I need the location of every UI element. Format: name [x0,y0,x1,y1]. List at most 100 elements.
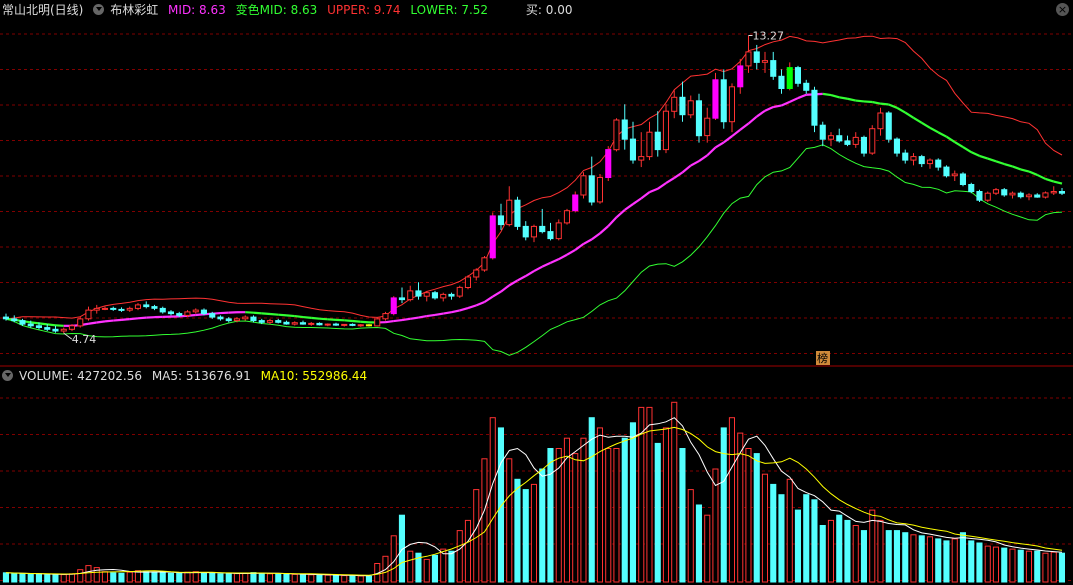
dropdown-icon[interactable] [2,370,13,381]
mid-line-segment [987,157,997,163]
mid-line-segment [47,323,56,327]
mid-color-value: 变色MID: 8.63 [235,3,318,17]
candle-body [902,152,909,161]
mid-line-segment [1020,168,1030,173]
mid-line-segment [945,135,956,143]
candle-body [860,136,868,154]
candle-body [547,231,554,240]
candle-body [448,293,455,297]
volume-bar [613,448,620,583]
stock-chart[interactable]: 13.27 4.74 榜 [0,0,1073,585]
candle-body [497,215,504,226]
volume-bar [671,401,678,583]
candle-body [761,60,769,63]
indicator-name[interactable]: 布林彩虹 [110,3,158,17]
mid-line-segment [880,102,889,106]
volume-bar [646,406,653,583]
mid-line-segment [541,261,551,268]
dropdown-icon[interactable] [93,4,105,15]
candle-body [745,51,752,67]
candle-body [877,112,884,130]
candle-body [959,173,967,185]
volume-bar [101,571,109,583]
stock-name[interactable]: 常山北明(日线) [2,3,83,17]
volume-bar [291,573,298,583]
candle-body [60,328,67,332]
mid-line-segment [681,164,692,174]
candle-body [77,318,84,327]
volume-bar [266,573,273,583]
candle-body [1050,191,1057,194]
volume-bar [984,545,991,583]
candle-body [2,316,9,320]
candle-body [291,322,298,325]
buy-value: 买: 0.00 [525,3,573,17]
mid-line-segment [385,319,394,324]
volume-bar [143,571,150,583]
mid-line-segment [1003,162,1013,168]
mid-line-segment [937,131,948,138]
mid-line-segment [1012,165,1022,171]
candle-body [473,269,480,278]
candle-body [209,313,216,318]
volume-bar [761,473,769,583]
candle-body [159,307,166,313]
volume-bar [11,572,18,583]
mid-line-segment [1045,177,1055,183]
candle-body [308,322,315,325]
candle-body [192,309,199,313]
volume-bar [275,573,282,583]
mid-line-segment [426,313,436,318]
candle-body [167,311,174,315]
candle-body [93,307,100,311]
volume-bar [60,574,67,583]
volume-bar [126,571,133,583]
volume-bar [745,448,752,583]
mid-line-segment [756,109,766,118]
mid-line-segment [558,253,568,261]
candle-body [737,65,744,88]
mid-line-segment [962,146,972,154]
price-header: 常山北明(日线) 布林彩虹 MID: 8.63 变色MID: 8.63 UPPE… [2,2,578,18]
candle-body [695,100,703,137]
volume-bar [200,572,207,583]
mid-line-segment [912,116,923,124]
mid-line-segment [797,93,807,100]
volume-bar [728,417,736,583]
candle-body [341,323,348,326]
volume-bar [233,573,240,583]
candle-body [836,135,843,142]
candle-body [440,293,447,299]
volume-bar [464,519,471,583]
candle-body [1034,194,1041,198]
mid-line-segment [443,311,452,315]
mid-line-segment [591,232,601,241]
mid-line-segment [311,316,320,320]
volume-bar [258,572,265,583]
mid-line-segment [607,216,618,227]
candle-body [613,119,620,151]
close-icon[interactable]: × [1056,3,1069,16]
volume-bar [242,572,249,583]
candle-body [217,316,224,320]
volume-bar [184,571,191,583]
mid-line-segment [525,270,535,277]
mid-line-segment [500,284,510,293]
candle-body [605,149,612,179]
candle-body [1009,192,1016,196]
ma5-value: MA5: 513676.91 [151,369,251,383]
volume-bar [704,514,711,583]
mid-line-segment [731,128,741,138]
mid-line-segment [327,318,337,321]
volume-bar [1034,550,1041,583]
candle-body [357,324,364,327]
list-badge[interactable]: 榜 [817,351,828,365]
mid-line-segment [773,104,782,109]
candle-body [572,194,579,212]
candle-body [233,318,240,322]
volume-bar [968,540,975,583]
volume-bar [539,468,546,583]
mid-line-segment [896,106,906,114]
candle-body [423,292,430,297]
mid-line-segment [492,290,502,298]
